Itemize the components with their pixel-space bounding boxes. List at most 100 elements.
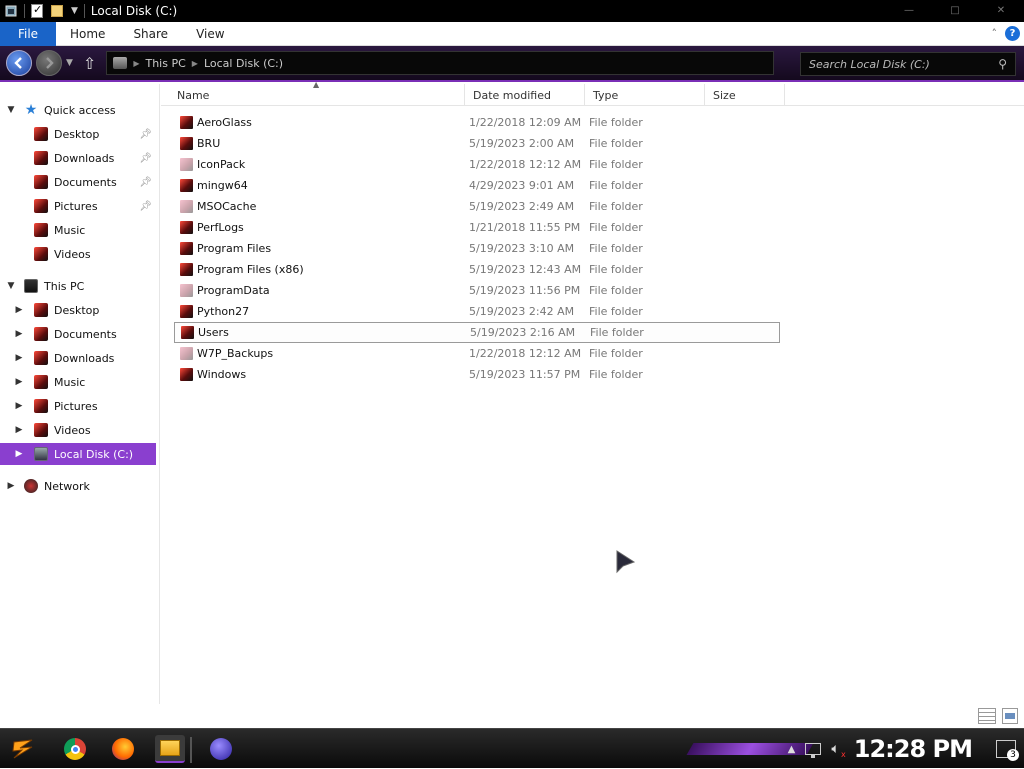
tab-share[interactable]: Share — [119, 27, 182, 41]
expand-chevron-icon[interactable]: ▶ — [14, 425, 24, 435]
sidebar-item-pc-documents[interactable]: ▶ Documents — [0, 323, 156, 345]
file-row[interactable]: Program Files (x86) 5/19/2023 12:43 AM Fil… — [174, 259, 780, 280]
folder-icon — [181, 326, 194, 339]
file-date-modified: 5/19/2023 2:16 AM — [470, 326, 576, 339]
details-view-button[interactable] — [978, 708, 996, 724]
sidebar-item-pc-music[interactable]: ▶ Music — [0, 371, 156, 393]
taskbar-clock[interactable]: 12:28 PM — [854, 735, 973, 763]
search-input[interactable]: Search Local Disk (C:) ⚲ — [800, 52, 1016, 76]
file-row[interactable]: Windows 5/19/2023 11:57 PM File folder — [174, 364, 780, 385]
title-bar[interactable]: ▼ Local Disk (C:) — □ ✕ — [0, 0, 1024, 22]
file-name: IconPack — [197, 158, 246, 171]
file-row[interactable]: MSOCache 5/19/2023 2:49 AM File folder — [174, 196, 780, 217]
sidebar-item-label: Downloads — [54, 151, 115, 165]
large-icons-view-button[interactable] — [1002, 708, 1018, 724]
file-row[interactable]: BRU 5/19/2023 2:00 AM File folder — [174, 133, 780, 154]
quick-access-customize-dropdown-icon[interactable]: ▼ — [71, 6, 78, 16]
column-header-type[interactable]: Type — [585, 84, 705, 106]
forward-button[interactable] — [36, 50, 62, 76]
sidebar-item-pc-desktop[interactable]: ▶ Desktop — [0, 299, 156, 321]
expand-chevron-icon[interactable]: ▶ — [14, 305, 24, 315]
pin-icon: 📌︎ — [139, 176, 152, 188]
globe-app-icon[interactable] — [206, 735, 236, 763]
sidebar-item-qa-music[interactable]: Music — [0, 219, 156, 241]
action-center-icon[interactable]: 3 — [996, 740, 1019, 761]
file-name: Python27 — [197, 305, 250, 318]
sidebar-item-quick-access[interactable]: ▼ ★ Quick access — [0, 99, 156, 121]
file-row[interactable]: Program Files 5/19/2023 3:10 AM File folde… — [174, 238, 780, 259]
column-header-size[interactable]: Size — [705, 84, 785, 106]
tab-view[interactable]: View — [182, 27, 238, 41]
file-name: MSOCache — [197, 200, 257, 213]
file-date-modified: 5/19/2023 11:56 PM — [469, 284, 581, 297]
file-type: File folder — [589, 158, 643, 171]
collapse-chevron-icon[interactable]: ▼ — [6, 281, 16, 291]
sidebar-item-qa-videos[interactable]: Videos — [0, 243, 156, 265]
sidebar-item-qa-pictures[interactable]: Pictures 📌︎ — [0, 195, 156, 217]
file-row[interactable]: mingw64 4/29/2023 9:01 AM File folder — [174, 175, 780, 196]
maximize-button[interactable]: □ — [932, 0, 978, 20]
expand-chevron-icon[interactable]: ▶ — [14, 377, 24, 387]
up-one-level-button[interactable]: ⇧ — [83, 54, 96, 73]
file-explorer-icon[interactable] — [155, 735, 185, 763]
taskbar-divider — [190, 737, 192, 763]
file-row[interactable]: AeroGlass 1/22/2018 12:09 AM File folder — [174, 112, 780, 133]
breadcrumb-local-disk[interactable]: Local Disk (C:) — [204, 57, 283, 70]
hard-drive-icon — [34, 447, 48, 461]
sidebar-item-qa-desktop[interactable]: Desktop 📌︎ — [0, 123, 156, 145]
help-icon[interactable]: ? — [1005, 26, 1020, 41]
quick-access-new-folder-icon[interactable] — [51, 5, 63, 17]
file-date-modified: 5/19/2023 2:49 AM — [469, 200, 575, 213]
collapse-chevron-icon[interactable]: ▼ — [6, 105, 16, 115]
file-row[interactable]: Users 5/19/2023 2:16 AM File folder — [174, 322, 780, 343]
expand-chevron-icon[interactable]: ▶ — [14, 329, 24, 339]
sidebar-item-pc-videos[interactable]: ▶ Videos — [0, 419, 156, 441]
window-app-icon[interactable] — [4, 4, 18, 18]
sidebar-item-qa-downloads[interactable]: Downloads 📌︎ — [0, 147, 156, 169]
start-logo-icon — [12, 739, 33, 759]
file-row[interactable]: PerfLogs 1/21/2018 11:55 PM File folder — [174, 217, 780, 238]
file-row[interactable]: W7P_Backups 1/22/2018 12:12 AM File folder — [174, 343, 780, 364]
sidebar-item-this-pc[interactable]: ▼ This PC — [0, 275, 156, 297]
column-header-name[interactable]: Name — [169, 84, 465, 106]
minimize-button[interactable]: — — [886, 0, 932, 20]
breadcrumb-this-pc[interactable]: This PC — [145, 57, 185, 70]
breadcrumb-chevron-icon[interactable]: ▶ — [133, 59, 139, 68]
file-name: mingw64 — [197, 179, 248, 192]
show-hidden-icons-chevron-icon[interactable]: ▲ — [788, 744, 796, 755]
recent-locations-dropdown-icon[interactable]: ▼ — [66, 58, 73, 68]
file-row[interactable]: IconPack 1/22/2018 12:12 AM File folder — [174, 154, 780, 175]
sidebar-item-pc-downloads[interactable]: ▶ Downloads — [0, 347, 156, 369]
tab-home[interactable]: Home — [56, 27, 119, 41]
sidebar-item-qa-documents[interactable]: Documents 📌︎ — [0, 171, 156, 193]
column-header-date-modified[interactable]: Date modified — [465, 84, 585, 106]
sidebar-item-local-disk[interactable]: ▶ Local Disk (C:) — [0, 443, 156, 465]
file-row[interactable]: Python27 5/19/2023 2:42 AM File folder — [174, 301, 780, 322]
close-button[interactable]: ✕ — [978, 0, 1024, 20]
file-date-modified: 4/29/2023 9:01 AM — [469, 179, 575, 192]
expand-chevron-icon[interactable]: ▶ — [14, 449, 24, 459]
firefox-icon[interactable] — [108, 735, 138, 763]
network-status-icon[interactable] — [805, 743, 822, 758]
sidebar-item-label: Desktop — [54, 303, 100, 317]
sidebar-item-network[interactable]: ▶ Network — [0, 475, 156, 497]
sidebar-item-pc-pictures[interactable]: ▶ Pictures — [0, 395, 156, 417]
mouse-cursor-icon — [616, 550, 636, 574]
volume-muted-icon[interactable]: 🔈︎ — [831, 741, 846, 759]
chrome-icon[interactable] — [60, 735, 90, 763]
expand-chevron-icon[interactable]: ▶ — [14, 353, 24, 363]
file-type: File folder — [589, 137, 643, 150]
expand-ribbon-icon[interactable]: ˄ — [992, 27, 998, 40]
breadcrumb-chevron-icon[interactable]: ▶ — [192, 59, 198, 68]
start-button[interactable] — [6, 733, 40, 765]
search-icon[interactable]: ⚲ — [998, 57, 1007, 71]
address-field[interactable]: ▶ This PC ▶ Local Disk (C:) — [106, 51, 775, 75]
file-name: Users — [198, 326, 229, 339]
file-row[interactable]: ProgramData 5/19/2023 11:56 PM File folder — [174, 280, 780, 301]
tab-file[interactable]: File — [0, 21, 56, 46]
expand-chevron-icon[interactable]: ▶ — [14, 401, 24, 411]
back-button[interactable] — [6, 50, 32, 76]
expand-chevron-icon[interactable]: ▶ — [6, 481, 16, 491]
forward-arrow-icon — [46, 57, 54, 69]
quick-access-properties-icon[interactable] — [31, 3, 43, 18]
